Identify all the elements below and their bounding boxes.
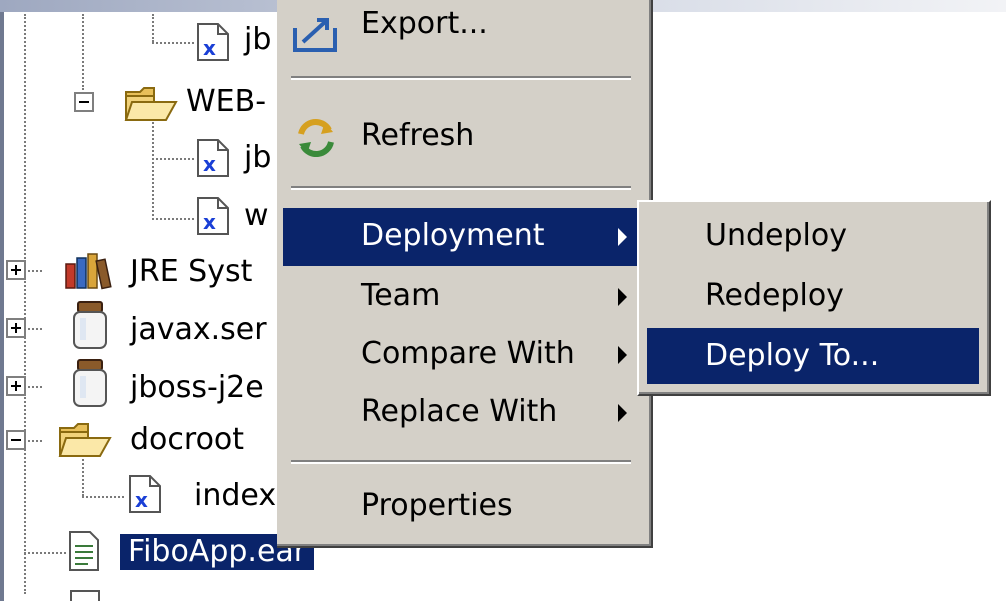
open-folder-icon — [124, 87, 178, 121]
menu-item-export[interactable]: Export... — [283, 4, 641, 62]
text-file-icon — [70, 590, 100, 601]
refresh-icon — [298, 118, 334, 158]
tree-item-label: jb — [244, 140, 272, 175]
xml-file-icon: x — [129, 475, 161, 513]
menu-item-label: Properties — [361, 488, 513, 523]
tree-guide-line — [152, 14, 154, 42]
tree-item-label: w — [244, 198, 269, 233]
submenu-item-label: Deploy To... — [705, 338, 880, 373]
tree-guide-line — [82, 452, 84, 496]
tree-item-label: docroot — [130, 422, 245, 457]
menu-item-label: Team — [361, 278, 441, 313]
menu-item-refresh[interactable]: Refresh — [283, 108, 641, 166]
tree-item-label: jb — [244, 22, 272, 57]
jar-icon — [73, 359, 107, 407]
window-left-edge — [0, 12, 4, 601]
menu-item-label: Export... — [361, 6, 488, 41]
expand-icon[interactable] — [6, 318, 26, 338]
xml-file-icon: x — [197, 197, 229, 235]
context-menu: Export... Refresh Deployment Team Compar… — [277, 0, 653, 548]
menu-item-label: Deployment — [361, 218, 545, 253]
menu-separator — [291, 186, 631, 190]
tree-guide-line — [24, 328, 42, 330]
svg-text:x: x — [203, 36, 216, 60]
submenu-item-deploy-to[interactable]: Deploy To... — [647, 328, 979, 384]
menu-item-label: Refresh — [361, 118, 475, 153]
submenu-item-label: Undeploy — [705, 218, 847, 253]
tree-guide-line — [24, 552, 66, 554]
expand-icon[interactable] — [6, 376, 26, 396]
menu-item-properties[interactable]: Properties — [283, 478, 641, 536]
svg-text:x: x — [135, 488, 148, 512]
tree-guide-line — [152, 218, 194, 220]
tree-item-label: javax.ser — [130, 312, 267, 347]
menu-item-label: Replace With — [361, 394, 558, 429]
svg-text:x: x — [203, 152, 216, 176]
collapse-icon[interactable] — [74, 92, 94, 112]
tree-guide-line — [82, 14, 84, 90]
menu-separator — [291, 460, 631, 464]
tree-guide-line — [24, 386, 42, 388]
tree-item-label: JRE Syst — [130, 254, 253, 289]
export-icon — [293, 18, 337, 52]
tree-guide-line — [82, 496, 124, 498]
library-icon — [65, 253, 112, 290]
submenu-item-undeploy[interactable]: Undeploy — [647, 208, 979, 264]
xml-file-icon: x — [197, 23, 229, 61]
xml-file-icon: x — [197, 139, 229, 177]
open-folder-icon — [58, 423, 112, 457]
menu-item-replace-with[interactable]: Replace With — [283, 384, 641, 442]
submenu-arrow-icon — [618, 404, 627, 422]
submenu-item-label: Redeploy — [705, 278, 844, 313]
tree-item-label: index — [194, 478, 277, 513]
tree-guide-line — [24, 440, 42, 442]
submenu-arrow-icon — [618, 346, 627, 364]
menu-item-label: Compare With — [361, 336, 575, 371]
menu-separator — [291, 76, 631, 80]
tree-guide-line — [24, 14, 26, 594]
tree-item-label: jboss-j2e — [130, 370, 264, 405]
text-file-icon — [69, 531, 99, 571]
tree-guide-line — [152, 42, 194, 44]
menu-item-compare-with[interactable]: Compare With — [283, 326, 641, 384]
tree-item-label: WEB- — [186, 84, 267, 119]
submenu-arrow-icon — [618, 288, 627, 306]
tree-guide-line — [152, 158, 194, 160]
deployment-submenu: Undeploy Redeploy Deploy To... — [637, 200, 991, 396]
jar-icon — [73, 301, 107, 349]
submenu-item-redeploy[interactable]: Redeploy — [647, 268, 979, 324]
menu-item-team[interactable]: Team — [283, 268, 641, 326]
svg-text:x: x — [203, 210, 216, 234]
collapse-icon[interactable] — [6, 430, 26, 450]
tree-guide-line — [24, 270, 42, 272]
menu-item-deployment[interactable]: Deployment — [283, 208, 641, 266]
submenu-arrow-icon — [618, 228, 627, 246]
expand-icon[interactable] — [6, 260, 26, 280]
tree-guide-line — [152, 114, 154, 220]
